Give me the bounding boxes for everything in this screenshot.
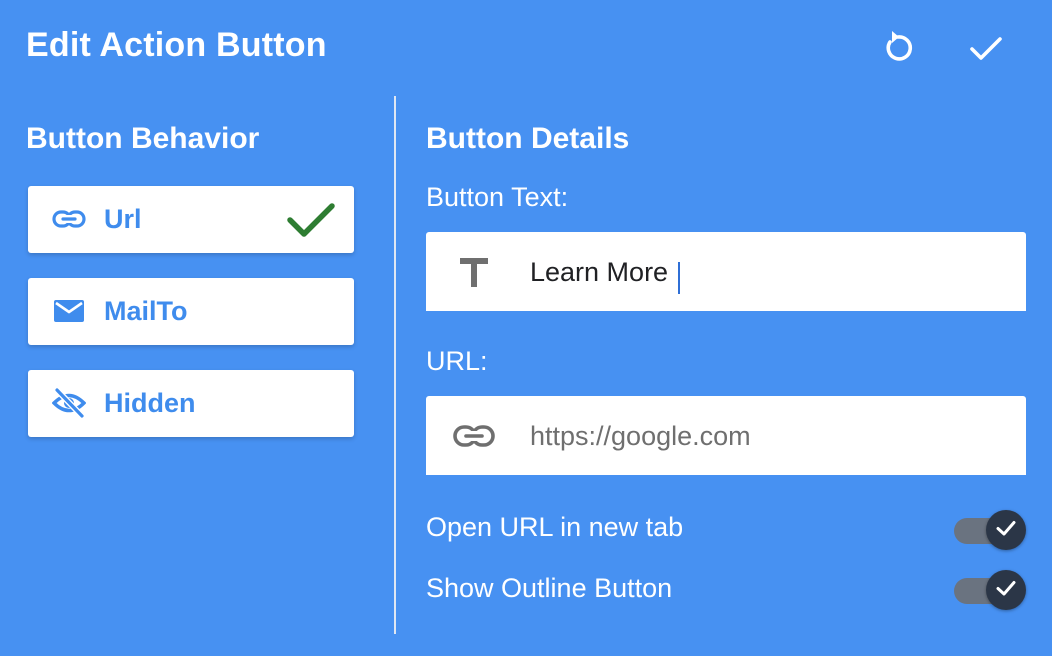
behavior-option-hidden[interactable]: Hidden <box>28 370 354 437</box>
show-outline-label: Show Outline Button <box>426 573 673 603</box>
button-text-field <box>426 232 1026 311</box>
open-new-tab-label: Open URL in new tab <box>426 512 684 542</box>
show-outline-switch[interactable] <box>954 570 1026 610</box>
details-section-title: Button Details <box>426 122 630 155</box>
button-text-label: Button Text: <box>426 182 569 212</box>
column-divider <box>394 96 396 634</box>
url-field <box>426 396 1026 475</box>
behavior-option-label: Hidden <box>104 388 196 418</box>
behavior-section-title: Button Behavior <box>26 122 260 155</box>
link-icon <box>452 416 496 456</box>
url-label: URL: <box>426 346 488 376</box>
reset-button[interactable] <box>874 26 922 74</box>
selected-check-icon <box>286 200 336 245</box>
edit-action-button-dialog: Edit Action Button Button Behavior Url M… <box>0 0 1052 656</box>
switch-thumb <box>986 510 1026 550</box>
behavior-option-url[interactable]: Url <box>28 186 354 253</box>
confirm-button[interactable] <box>962 26 1010 74</box>
behavior-option-mailto[interactable]: MailTo <box>28 278 354 345</box>
check-icon <box>994 576 1018 605</box>
eye-off-icon <box>52 388 86 418</box>
url-input[interactable] <box>530 414 1000 458</box>
link-icon <box>52 204 86 234</box>
switch-thumb <box>986 570 1026 610</box>
text-format-icon <box>452 252 496 292</box>
behavior-option-label: MailTo <box>104 296 188 326</box>
check-icon <box>966 28 1006 73</box>
check-icon <box>994 516 1018 545</box>
reset-icon <box>878 28 918 73</box>
dialog-title: Edit Action Button <box>26 26 327 64</box>
text-caret <box>678 262 680 294</box>
behavior-option-label: Url <box>104 204 142 234</box>
mail-icon <box>52 296 86 326</box>
button-text-input[interactable] <box>530 250 1000 294</box>
open-new-tab-switch[interactable] <box>954 510 1026 550</box>
